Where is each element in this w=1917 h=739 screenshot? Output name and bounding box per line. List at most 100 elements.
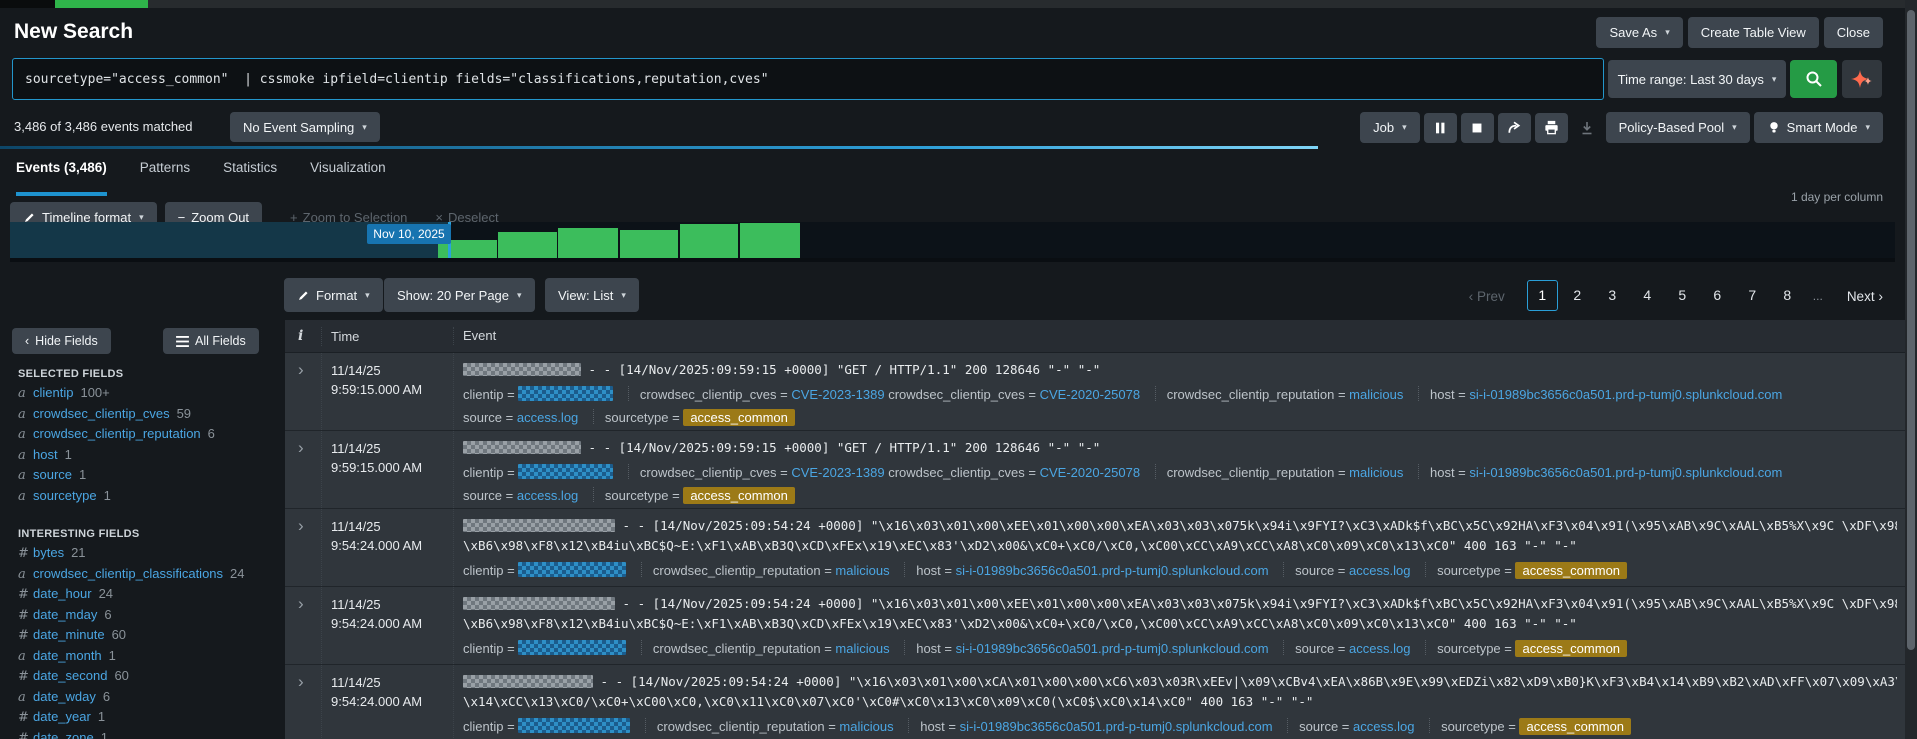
event-field-value-badge[interactable]: access_common <box>1515 562 1627 579</box>
redacted-field-value[interactable] <box>518 640 626 655</box>
event-field-value[interactable]: CVE-2023-1389 <box>791 465 884 480</box>
event-field-name[interactable]: crowdsec_clientip_cves <box>888 465 1025 480</box>
event-field-value[interactable]: si-i-01989bc3656c0a501.prd-p-tumj0.splun… <box>960 719 1273 734</box>
event-field-name[interactable]: sourcetype <box>1437 641 1501 656</box>
timeline-bar[interactable] <box>620 230 678 258</box>
time-range-picker[interactable]: Time range: Last 30 days ▾ <box>1608 60 1786 98</box>
pool-selector-button[interactable]: Policy-Based Pool ▾ <box>1606 112 1750 143</box>
field-name-link[interactable]: clientip <box>33 385 73 400</box>
event-field-name[interactable]: crowdsec_clientip_reputation <box>653 641 821 656</box>
event-field-name[interactable]: clientip <box>463 387 503 402</box>
event-field-value[interactable]: malicious <box>835 563 889 578</box>
event-field-name[interactable]: source <box>1295 563 1334 578</box>
all-fields-button[interactable]: All Fields <box>163 328 259 354</box>
event-field-name[interactable]: host <box>916 641 941 656</box>
create-table-view-button[interactable]: Create Table View <box>1688 17 1819 48</box>
event-field-name[interactable]: clientip <box>463 719 503 734</box>
hide-fields-button[interactable]: ‹ Hide Fields <box>12 328 111 354</box>
event-field-name[interactable]: crowdsec_clientip_reputation <box>1167 387 1335 402</box>
export-button[interactable] <box>1572 113 1602 143</box>
field-name-link[interactable]: crowdsec_clientip_cves <box>33 406 170 421</box>
event-field-name[interactable]: source <box>463 410 502 425</box>
event-field-value[interactable]: access.log <box>517 410 578 425</box>
close-button[interactable]: Close <box>1824 17 1883 48</box>
event-field-name[interactable]: source <box>463 488 502 503</box>
event-field-value-badge[interactable]: access_common <box>683 487 795 504</box>
event-field-name[interactable]: source <box>1299 719 1338 734</box>
event-field-value[interactable]: si-i-01989bc3656c0a501.prd-p-tumj0.splun… <box>956 641 1269 656</box>
field-date_zone[interactable]: #date_zone1 <box>18 728 245 739</box>
expand-event-icon[interactable]: › <box>298 673 304 690</box>
event-field-name[interactable]: crowdsec_clientip_reputation <box>653 563 821 578</box>
event-field-value[interactable]: malicious <box>1349 465 1403 480</box>
event-field-value[interactable]: malicious <box>839 719 893 734</box>
event-field-value[interactable]: access.log <box>1353 719 1414 734</box>
search-input[interactable]: sourcetype="access_common" | cssmoke ipf… <box>12 58 1604 100</box>
search-mode-button[interactable]: Smart Mode ▾ <box>1754 112 1883 143</box>
vertical-scrollbar[interactable] <box>1905 0 1917 739</box>
field-date_month[interactable]: adate_month1 <box>18 646 245 667</box>
expand-event-icon[interactable]: › <box>298 517 304 534</box>
field-name-link[interactable]: host <box>33 447 58 462</box>
event-field-value[interactable]: CVE-2023-1389 <box>791 387 884 402</box>
event-field-name[interactable]: sourcetype <box>1441 719 1505 734</box>
event-field-name[interactable]: crowdsec_clientip_cves <box>888 387 1025 402</box>
pagination-page-7[interactable]: 7 <box>1737 280 1768 311</box>
field-name-link[interactable]: crowdsec_clientip_reputation <box>33 426 201 441</box>
event-field-name[interactable]: host <box>916 563 941 578</box>
field-name-link[interactable]: bytes <box>33 545 64 560</box>
event-field-name[interactable]: crowdsec_clientip_reputation <box>1167 465 1335 480</box>
view-mode-button[interactable]: View: List ▾ <box>545 278 639 312</box>
event-field-name[interactable]: host <box>1430 387 1455 402</box>
event-field-name[interactable]: clientip <box>463 563 503 578</box>
pagination-page-2[interactable]: 2 <box>1562 280 1593 311</box>
event-field-value-badge[interactable]: access_common <box>1519 718 1631 735</box>
pagination-page-5[interactable]: 5 <box>1667 280 1698 311</box>
timeline-bar[interactable] <box>498 232 557 258</box>
timeline-bar[interactable] <box>451 240 497 258</box>
field-name-link[interactable]: crowdsec_clientip_classifications <box>33 566 223 581</box>
field-crowdsec_clientip_cves[interactable]: acrowdsec_clientip_cves59 <box>18 404 215 425</box>
event-field-value-badge[interactable]: access_common <box>683 409 795 426</box>
field-name-link[interactable]: date_mday <box>33 607 97 622</box>
pagination-page-8[interactable]: 8 <box>1772 280 1803 311</box>
event-field-value[interactable]: access.log <box>1349 641 1410 656</box>
event-field-name[interactable]: sourcetype <box>1437 563 1501 578</box>
event-sampling-button[interactable]: No Event Sampling ▾ <box>230 112 380 142</box>
search-query-text[interactable]: sourcetype="access_common" | cssmoke ipf… <box>25 72 769 87</box>
redacted-field-value[interactable] <box>518 562 626 577</box>
field-date_year[interactable]: #date_year1 <box>18 707 245 728</box>
redacted-field-value[interactable] <box>518 464 613 479</box>
expand-event-icon[interactable]: › <box>298 439 304 456</box>
run-search-button[interactable] <box>1790 60 1837 98</box>
field-source[interactable]: asource1 <box>18 465 215 486</box>
event-field-name[interactable]: source <box>1295 641 1334 656</box>
event-field-value[interactable]: malicious <box>1349 387 1403 402</box>
pause-job-button[interactable] <box>1424 113 1457 143</box>
field-date_minute[interactable]: #date_minute60 <box>18 625 245 646</box>
event-field-value[interactable]: si-i-01989bc3656c0a501.prd-p-tumj0.splun… <box>956 563 1269 578</box>
field-clientip[interactable]: aclientip100+ <box>18 383 215 404</box>
per-page-button[interactable]: Show: 20 Per Page ▾ <box>384 278 535 312</box>
field-name-link[interactable]: date_hour <box>33 586 92 601</box>
event-field-value[interactable]: access.log <box>1349 563 1410 578</box>
field-name-link[interactable]: date_wday <box>33 689 96 704</box>
event-field-name[interactable]: crowdsec_clientip_cves <box>640 387 777 402</box>
field-host[interactable]: ahost1 <box>18 445 215 466</box>
tab-statistics[interactable]: Statistics <box>223 160 277 196</box>
event-field-value[interactable]: access.log <box>517 488 578 503</box>
redacted-field-value[interactable] <box>518 718 630 733</box>
format-button[interactable]: Format ▾ <box>284 278 383 312</box>
event-field-name[interactable]: clientip <box>463 465 503 480</box>
field-name-link[interactable]: date_second <box>33 668 107 683</box>
timeline-bar[interactable] <box>558 228 618 258</box>
event-field-value-badge[interactable]: access_common <box>1515 640 1627 657</box>
field-crowdsec_clientip_classifications[interactable]: acrowdsec_clientip_classifications24 <box>18 564 245 585</box>
share-job-button[interactable] <box>1498 113 1531 143</box>
timeline-bar[interactable] <box>740 223 800 258</box>
event-field-name[interactable]: host <box>920 719 945 734</box>
event-field-name[interactable]: host <box>1430 465 1455 480</box>
pagination-page-4[interactable]: 4 <box>1632 280 1663 311</box>
expand-event-icon[interactable]: › <box>298 595 304 612</box>
field-name-link[interactable]: source <box>33 467 72 482</box>
